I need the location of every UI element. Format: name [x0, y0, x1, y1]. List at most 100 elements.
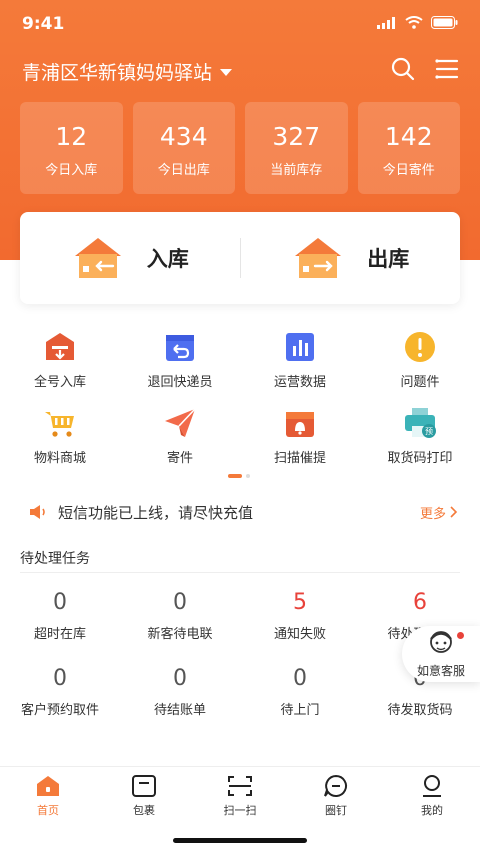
- speaker-icon: [30, 505, 45, 519]
- task-notify-failed[interactable]: 5 通知失败: [240, 590, 360, 666]
- grid-item-label: 运营数据: [273, 375, 326, 390]
- task-timeout-in-stock[interactable]: 0 超时在库: [0, 590, 120, 666]
- grid-item-operation-data[interactable]: 运营数据: [240, 330, 360, 406]
- dropdown-arrow-icon: [220, 69, 233, 76]
- task-label: 客户预约取件: [20, 703, 99, 718]
- task-count: 0: [53, 590, 67, 615]
- page-indicator: [228, 474, 250, 478]
- station-selector[interactable]: 青浦区华新镇妈妈驿站: [22, 58, 233, 85]
- grid-item-label: 问题件: [400, 375, 440, 390]
- return-box-icon: [163, 330, 197, 364]
- inbound-button[interactable]: 入库: [20, 212, 240, 304]
- grid-item-problem-parcel[interactable]: 问题件: [360, 330, 480, 406]
- station-name: 青浦区华新镇妈妈驿站: [22, 62, 213, 84]
- task-label: 超时在库: [33, 627, 86, 642]
- stat-today-shipped[interactable]: 142 今日寄件: [357, 102, 460, 194]
- grid-item-label: 退回快递员: [147, 375, 213, 390]
- chat-icon: [323, 773, 349, 799]
- grid-item-scan-reminder[interactable]: 扫描催提: [240, 406, 360, 482]
- stat-label: 当前库存: [270, 163, 323, 178]
- section-divider: [20, 572, 460, 573]
- stat-label: 今日寄件: [382, 163, 435, 178]
- user-icon: [419, 773, 445, 799]
- grid-item-label: 扫描催提: [273, 451, 326, 466]
- bar-chart-icon: [283, 330, 317, 364]
- stats-panel: 12 今日入库 434 今日出库 327 当前库存 142 今日寄件: [20, 102, 460, 194]
- tab-label: 圈钉: [325, 804, 347, 817]
- page-dot: [246, 474, 250, 478]
- stat-value: 142: [384, 122, 433, 151]
- stat-value: 434: [159, 122, 208, 151]
- task-label: 待上门: [280, 703, 320, 718]
- grid-item-label: 寄件: [166, 451, 193, 466]
- feature-grid: 全号入库 退回快递员 运营数据 问题件 物料商城 寄件 扫描催提 预 取货码打印: [0, 330, 480, 482]
- task-count: 0: [173, 666, 187, 691]
- task-label: 新客待电联: [147, 627, 213, 642]
- grid-item-material-mall[interactable]: 物料商城: [0, 406, 120, 482]
- outbound-button[interactable]: 出库: [241, 212, 461, 304]
- stat-current-stock[interactable]: 327 当前库存: [245, 102, 348, 194]
- page-dot-active: [228, 474, 242, 478]
- home-icon: [35, 773, 61, 799]
- stat-value: 12: [55, 122, 88, 151]
- notice-bar[interactable]: 短信功能已上线，请尽快充值 更多: [28, 500, 458, 524]
- house-inbound-icon: [74, 238, 121, 278]
- menu-icon[interactable]: [434, 56, 460, 82]
- svg-text:预: 预: [425, 426, 433, 436]
- task-label: 通知失败: [273, 627, 326, 642]
- stat-value: 327: [272, 122, 321, 151]
- section-title: 待处理任务: [20, 551, 90, 567]
- grid-item-return-courier[interactable]: 退回快递员: [120, 330, 240, 406]
- bell-box-icon: [283, 406, 317, 440]
- stat-today-outbound[interactable]: 434 今日出库: [132, 102, 235, 194]
- task-count: 5: [293, 590, 307, 615]
- task-customer-reservation[interactable]: 0 客户预约取件: [0, 666, 120, 742]
- header-actions: [390, 56, 460, 82]
- task-count: 0: [53, 666, 67, 691]
- battery-icon: [431, 16, 458, 29]
- task-label: 待发取货码: [387, 703, 453, 718]
- task-new-customer-call[interactable]: 0 新客待电联: [120, 590, 240, 666]
- stat-label: 今日入库: [45, 163, 98, 178]
- house-outbound-icon: [295, 238, 342, 278]
- tab-label: 包裹: [133, 804, 155, 817]
- more-label: 更多: [419, 506, 446, 522]
- wifi-icon: [405, 16, 423, 29]
- tab-label: 扫一扫: [223, 804, 257, 817]
- tab-home[interactable]: 首页: [0, 767, 96, 854]
- task-count: 0: [293, 666, 307, 691]
- task-pending-bills[interactable]: 0 待结账单: [120, 666, 240, 742]
- task-count: 0: [173, 590, 187, 615]
- grid-item-full-inbound[interactable]: 全号入库: [0, 330, 120, 406]
- customer-service-button[interactable]: 如意客服: [402, 626, 480, 682]
- stat-today-inbound[interactable]: 12 今日入库: [20, 102, 123, 194]
- printer-icon: 预: [403, 406, 437, 440]
- status-bar: 9:41: [0, 0, 480, 44]
- inbound-label: 入库: [146, 247, 189, 271]
- box-down-icon: [43, 330, 77, 364]
- status-icons: [377, 16, 458, 29]
- scan-icon: [227, 773, 253, 799]
- home-indicator: [173, 838, 307, 843]
- package-icon: [131, 773, 157, 799]
- more-link[interactable]: 更多: [420, 503, 458, 522]
- signal-icon: [377, 16, 395, 29]
- warning-icon: [403, 330, 437, 364]
- outbound-label: 出库: [367, 247, 410, 271]
- grid-item-label: 取货码打印: [387, 451, 453, 466]
- notification-dot: [457, 632, 464, 639]
- stat-label: 今日出库: [157, 163, 210, 178]
- grid-item-pickup-code-print[interactable]: 预 取货码打印: [360, 406, 480, 482]
- tab-profile[interactable]: 我的: [384, 767, 480, 854]
- grid-item-label: 物料商城: [33, 451, 86, 466]
- task-pending-visit[interactable]: 0 待上门: [240, 666, 360, 742]
- grid-item-send-parcel[interactable]: 寄件: [120, 406, 240, 482]
- customer-service-label: 如意客服: [416, 664, 465, 678]
- cart-icon: [43, 406, 77, 440]
- notice-text: 短信功能已上线，请尽快充值: [58, 503, 254, 522]
- task-count: 6: [413, 590, 427, 615]
- chevron-right-icon: [450, 506, 458, 518]
- search-icon[interactable]: [390, 56, 416, 82]
- task-label: 待结账单: [153, 703, 206, 718]
- paper-plane-icon: [163, 406, 197, 440]
